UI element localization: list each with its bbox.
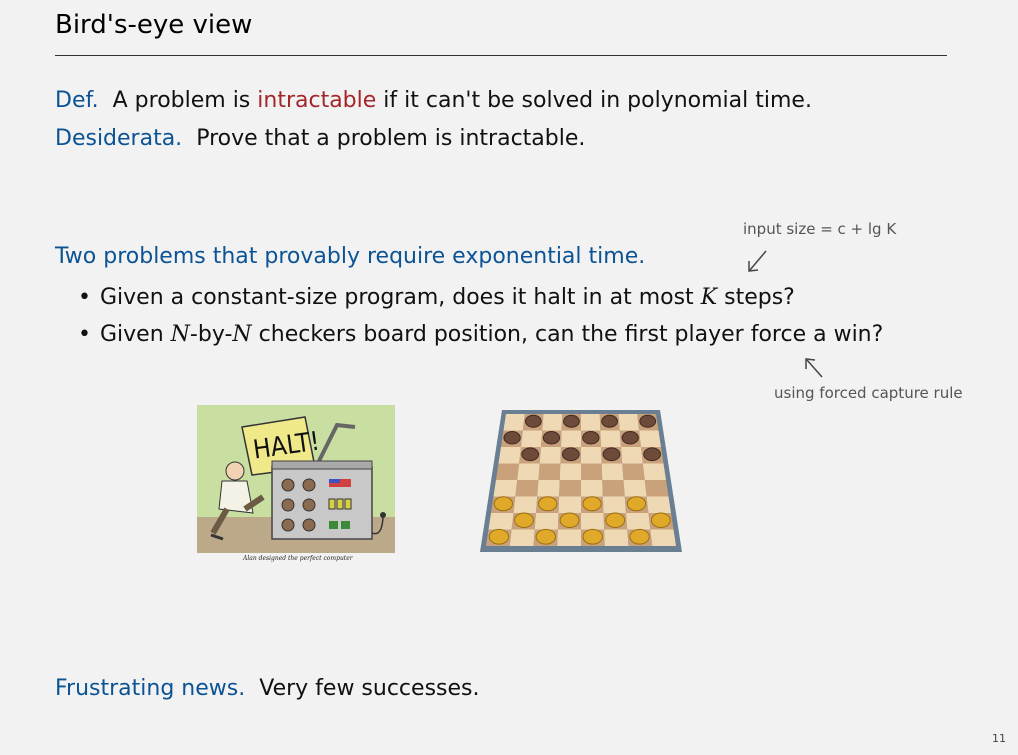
board-square — [513, 496, 538, 513]
bullet1-text-a: Given a constant-size program, does it h… — [100, 285, 694, 310]
board-square — [488, 513, 514, 530]
board-square — [626, 513, 651, 530]
dark-checker-piece — [524, 414, 542, 428]
bullet2-n1: N — [170, 322, 190, 347]
board-square — [538, 463, 561, 480]
board-square — [537, 480, 560, 497]
bullet2-by: -by- — [189, 322, 233, 347]
board-square — [559, 463, 581, 480]
gold-checker-piece — [493, 496, 514, 512]
board-square — [581, 513, 605, 530]
page-number: 11 — [992, 732, 1006, 745]
board-square — [517, 463, 540, 480]
bullet2-text-b: checkers board position, can the first p… — [258, 322, 884, 347]
dark-checker-piece — [582, 431, 600, 445]
title-rule — [55, 55, 947, 56]
gold-checker-piece — [650, 512, 671, 528]
gold-checker-piece — [538, 496, 558, 512]
gold-checker-piece — [582, 528, 603, 545]
board-square — [521, 430, 543, 447]
board-square — [650, 529, 676, 546]
board-square — [542, 414, 563, 431]
dark-checker-piece — [639, 414, 657, 428]
gold-checker-piece — [514, 512, 534, 528]
bullet2-n2: N — [232, 322, 252, 347]
board-square — [642, 463, 666, 480]
frustrating-line: Frustrating news. Very few successes. — [55, 676, 479, 701]
board-square — [602, 480, 625, 497]
board-square — [644, 480, 669, 497]
two-problems-heading: Two problems that provably require expon… — [55, 244, 646, 269]
desiderata-text: Prove that a problem is intractable. — [196, 126, 586, 151]
dark-checker-piece — [621, 431, 639, 445]
board-square — [534, 513, 559, 530]
board-square — [493, 480, 518, 497]
frustrating-label: Frustrating news. — [55, 676, 246, 701]
dark-checker-piece — [643, 447, 661, 462]
arrow-up-left-icon — [805, 358, 823, 378]
halt-cartoon: HALT! Alan designed the perfect computer — [197, 405, 395, 562]
bullet-checkers: • Given N-by-N checkers board position, c… — [78, 322, 883, 347]
halt-cartoon-drawing — [197, 405, 395, 553]
board-square — [539, 447, 561, 464]
slide-title: Bird's-eye view — [55, 10, 253, 40]
gold-checker-piece — [582, 496, 602, 512]
bullet-dot: • — [78, 322, 91, 347]
board-square — [602, 496, 626, 513]
board-square — [601, 463, 624, 480]
dark-checker-piece — [561, 447, 580, 462]
def-text-2: if it can't be solved in polynomial time… — [383, 88, 812, 113]
gold-checker-piece — [629, 528, 650, 545]
dark-checker-piece — [563, 414, 580, 428]
frustrating-text: Very few successes. — [259, 676, 480, 701]
board-square — [622, 463, 645, 480]
desiderata-label: Desiderata. — [55, 126, 183, 151]
board-square — [623, 480, 647, 497]
board-square — [639, 430, 661, 447]
board-square — [561, 430, 581, 447]
desiderata-line: Desiderata. Prove that a problem is intr… — [55, 126, 585, 151]
board-square — [600, 430, 621, 447]
bullet-dot: • — [78, 285, 91, 310]
board-square — [621, 447, 643, 464]
board-square — [618, 414, 640, 431]
board-square — [496, 463, 520, 480]
checkers-board — [480, 410, 682, 552]
board-square — [509, 529, 535, 546]
note-input-size: input size = c + lg K — [743, 220, 897, 238]
note-forced-capture: using forced capture rule — [774, 384, 963, 402]
dark-checker-piece — [602, 447, 621, 462]
board-square — [604, 529, 629, 546]
board-square — [581, 463, 603, 480]
definition-line: Def. A problem is intractable if it can'… — [55, 88, 812, 113]
board-square — [515, 480, 539, 497]
bullet1-k: K — [700, 285, 718, 310]
board-square — [581, 414, 601, 431]
def-text-1: A problem is — [112, 88, 251, 113]
board-square — [498, 447, 521, 464]
bullet-halting: • Given a constant-size program, does it … — [78, 285, 795, 310]
board-square — [581, 480, 603, 497]
board-square — [558, 496, 581, 513]
def-label: Def. — [55, 88, 99, 113]
cartoon-caption: Alan designed the perfect computer — [243, 555, 353, 562]
board-square — [557, 529, 581, 546]
dark-checker-piece — [601, 414, 618, 428]
arrow-down-left-icon — [748, 250, 767, 272]
board-square — [559, 480, 581, 497]
gold-checker-piece — [605, 512, 626, 528]
gold-checker-piece — [535, 528, 557, 545]
gold-checker-piece — [559, 512, 580, 528]
gold-checker-piece — [626, 496, 647, 512]
dark-checker-piece — [503, 431, 521, 445]
bullet2-text-a: Given — [100, 322, 164, 347]
gold-checker-piece — [488, 528, 510, 545]
dark-checker-piece — [542, 431, 561, 445]
board-square — [503, 414, 525, 431]
bullet1-text-b: steps? — [724, 285, 795, 310]
dark-checker-piece — [521, 447, 540, 462]
board-square — [581, 447, 602, 464]
board-square — [646, 496, 671, 513]
def-highlight: intractable — [257, 88, 377, 113]
